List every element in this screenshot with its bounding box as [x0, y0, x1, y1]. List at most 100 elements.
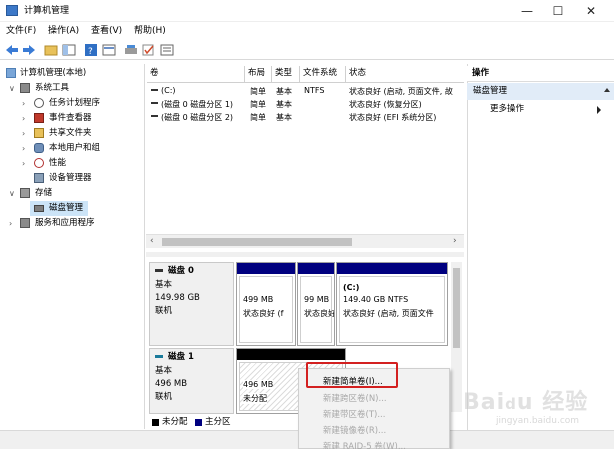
scroll-left-arrow-icon[interactable]: ‹ — [150, 237, 154, 246]
menu-help[interactable]: 帮助(H) — [134, 27, 166, 36]
disk-status: 联机 — [155, 392, 173, 402]
menu-action[interactable]: 操作(A) — [48, 27, 79, 36]
list-view-icon[interactable] — [160, 44, 174, 56]
cell-type: 基本 — [276, 100, 292, 109]
partition-recovery[interactable]: 499 MB 状态良好 (f — [236, 262, 296, 346]
minimize-button[interactable]: — — [512, 0, 542, 22]
partition-status: 状态良好 (f — [243, 309, 284, 318]
pane-splitter[interactable] — [146, 252, 464, 257]
column-header-filesystem[interactable]: 文件系统 — [300, 66, 346, 82]
properties-icon[interactable] — [102, 44, 116, 56]
chevron-right-icon[interactable]: › — [22, 129, 25, 138]
tree-item-task-scheduler[interactable]: › 任务计划程序 — [2, 96, 145, 111]
menu-view[interactable]: 查看(V) — [91, 27, 122, 36]
chevron-down-icon[interactable]: ∨ — [9, 84, 15, 93]
horizontal-scrollbar[interactable]: ‹ › — [146, 234, 464, 248]
actions-pane — [467, 64, 614, 444]
cell-type: 基本 — [276, 113, 292, 122]
vertical-scrollbar[interactable] — [451, 262, 462, 412]
highlight-box — [306, 362, 398, 388]
cell-filesystem: NTFS — [304, 86, 325, 95]
column-header-volume[interactable]: 卷 — [147, 66, 245, 82]
cell-volume: (磁盘 0 磁盘分区 2) — [161, 113, 234, 122]
tree-item-label: 计算机管理(本地) — [20, 68, 87, 78]
performance-icon — [34, 158, 44, 168]
toolbar: ? — [0, 40, 614, 60]
tree-item-shared-folders[interactable]: › 共享文件夹 — [2, 126, 145, 141]
tree-item-local-users[interactable]: › 本地用户和组 — [2, 141, 145, 156]
users-icon — [34, 143, 44, 153]
chevron-right-icon[interactable]: › — [9, 219, 12, 228]
scrollbar-thumb[interactable] — [453, 268, 460, 348]
services-icon — [20, 218, 30, 228]
check-icon[interactable] — [142, 44, 156, 56]
partition-c[interactable]: (C:) 149.40 GB NTFS 状态良好 (启动, 页面文件 — [336, 262, 448, 346]
tree-item-label: 性能 — [49, 158, 67, 168]
disk-1-label[interactable]: 磁盘 1 基本 496 MB 联机 — [149, 348, 234, 414]
volume-icon — [151, 102, 158, 104]
collapse-arrow-icon[interactable] — [604, 88, 610, 92]
table-row[interactable]: (C:) 简单 基本 NTFS 状态良好 (启动, 页面文件, 故 — [147, 84, 464, 97]
partition-status: 状态良好 — [304, 309, 334, 318]
cell-status: 状态良好 (EFI 系统分区) — [349, 113, 437, 122]
tree-item-performance[interactable]: › 性能 — [2, 156, 145, 171]
tree-item-device-manager[interactable]: 设备管理器 — [2, 171, 145, 186]
scroll-right-arrow-icon[interactable]: › — [453, 237, 457, 246]
legend-primary-label: 主分区 — [205, 417, 231, 427]
menu-new-striped-volume[interactable]: 新建带区卷(T)... — [323, 408, 385, 420]
tree-item-label: 共享文件夹 — [49, 128, 92, 138]
menu-new-spanned-volume[interactable]: 新建跨区卷(N)... — [323, 392, 387, 404]
tree-item-label: 任务计划程序 — [49, 98, 101, 108]
disk-icon — [155, 269, 163, 272]
actions-section-disk-management[interactable]: 磁盘管理 — [467, 83, 614, 100]
primary-partition-bar — [298, 263, 334, 274]
show-hide-tree-icon[interactable] — [62, 44, 76, 56]
maximize-button[interactable]: ☐ — [543, 0, 573, 22]
chevron-down-icon[interactable]: ∨ — [9, 189, 15, 198]
disk-0-label[interactable]: 磁盘 0 基本 149.98 GB 联机 — [149, 262, 234, 346]
back-icon[interactable] — [5, 44, 19, 56]
tree-item-computer-management[interactable]: 计算机管理(本地) — [2, 66, 145, 81]
table-row[interactable]: (磁盘 0 磁盘分区 1) 简单 基本 状态良好 (恢复分区) — [147, 97, 464, 110]
tree-item-event-viewer[interactable]: › 事件查看器 — [2, 111, 145, 126]
cell-layout: 简单 — [250, 87, 266, 96]
chevron-right-icon[interactable]: › — [22, 159, 25, 168]
chevron-right-icon[interactable]: › — [22, 144, 25, 153]
menu-file[interactable]: 文件(F) — [6, 27, 36, 36]
partition-efi[interactable]: 99 MB 状态良好 — [297, 262, 335, 346]
legend-unallocated-label: 未分配 — [162, 417, 188, 427]
scrollbar-thumb[interactable] — [162, 238, 352, 246]
menu-new-raid5-volume[interactable]: 新建 RAID-5 卷(W)... — [323, 440, 406, 449]
tree-item-disk-management[interactable]: 磁盘管理 — [2, 201, 145, 216]
chevron-right-icon[interactable]: › — [22, 114, 25, 123]
disk-name: 磁盘 1 — [168, 352, 194, 362]
shared-folder-icon — [34, 128, 44, 138]
up-folder-icon[interactable] — [44, 44, 58, 56]
close-button[interactable]: ✕ — [576, 0, 606, 22]
rescan-disks-icon[interactable] — [124, 44, 138, 56]
tree-item-label: 服务和应用程序 — [35, 218, 95, 228]
tree-item-system-tools[interactable]: ∨ 系统工具 — [2, 81, 145, 96]
partition-body: (C:) 149.40 GB NTFS 状态良好 (启动, 页面文件 — [339, 276, 445, 343]
column-header-layout[interactable]: 布局 — [245, 66, 272, 82]
forward-icon[interactable] — [22, 44, 36, 56]
tree-item-storage[interactable]: ∨ 存储 — [2, 186, 145, 201]
tree-item-services-apps[interactable]: › 服务和应用程序 — [2, 216, 145, 231]
disk-type: 基本 — [155, 280, 173, 290]
partition-body: 99 MB 状态良好 — [300, 276, 334, 343]
menu-new-mirrored-volume[interactable]: 新建镜像卷(R)... — [323, 424, 386, 436]
help-icon[interactable]: ? — [84, 44, 98, 56]
more-actions-item[interactable]: 更多操作 — [490, 105, 524, 114]
column-header-type[interactable]: 类型 — [272, 66, 300, 82]
chevron-right-icon[interactable]: › — [22, 99, 25, 108]
baidu-watermark-url: jingyan.baidu.com — [496, 416, 580, 426]
computer-management-icon — [6, 5, 18, 16]
partition-size: 149.40 GB NTFS — [343, 295, 409, 304]
cell-status: 状态良好 (启动, 页面文件, 故 — [349, 87, 453, 96]
actions-header: 操作 — [467, 66, 614, 82]
partition-status: 未分配 — [243, 393, 267, 404]
table-row[interactable]: (磁盘 0 磁盘分区 2) 简单 基本 状态良好 (EFI 系统分区) — [147, 110, 464, 123]
window-title: 计算机管理 — [24, 6, 70, 16]
column-header-status[interactable]: 状态 — [346, 66, 464, 82]
submenu-arrow-icon — [597, 106, 601, 114]
